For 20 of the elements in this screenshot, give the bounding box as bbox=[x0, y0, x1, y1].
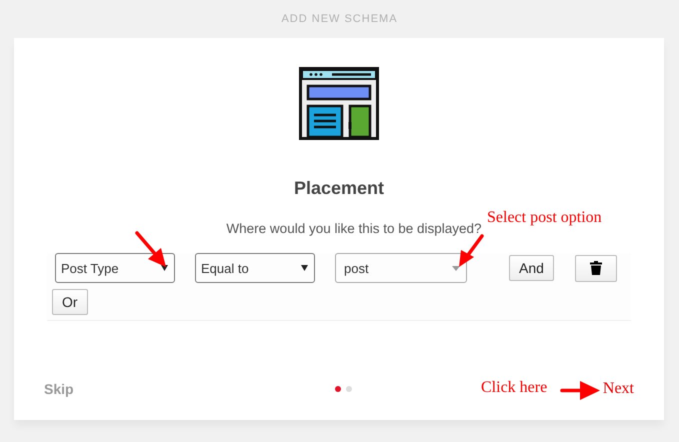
arrow-annotation bbox=[560, 381, 600, 400]
select-field[interactable]: Post Type bbox=[55, 253, 175, 283]
page-dot[interactable] bbox=[334, 386, 341, 392]
or-button[interactable]: Or bbox=[52, 289, 88, 315]
question-text: Where would you like this to be displayed? bbox=[225, 221, 483, 236]
select-field[interactable]: Equal to bbox=[195, 253, 315, 283]
trash-icon bbox=[590, 261, 602, 275]
annotation-label: Select post option bbox=[487, 209, 602, 227]
step-title: Placement bbox=[294, 178, 384, 199]
and-button[interactable]: And bbox=[509, 255, 554, 281]
select-field[interactable]: post bbox=[335, 253, 467, 283]
page-dot[interactable] bbox=[346, 386, 352, 392]
delete-button[interactable] bbox=[574, 254, 617, 282]
webpage-layout-icon bbox=[299, 67, 379, 140]
page-title: ADD NEW SCHEMA bbox=[281, 13, 398, 25]
next-button[interactable]: Next bbox=[602, 380, 634, 398]
caret-icon bbox=[452, 266, 460, 270]
annotation-label: Click here bbox=[481, 379, 548, 397]
arrow-annotation bbox=[134, 230, 168, 268]
caret-icon bbox=[301, 265, 308, 271]
